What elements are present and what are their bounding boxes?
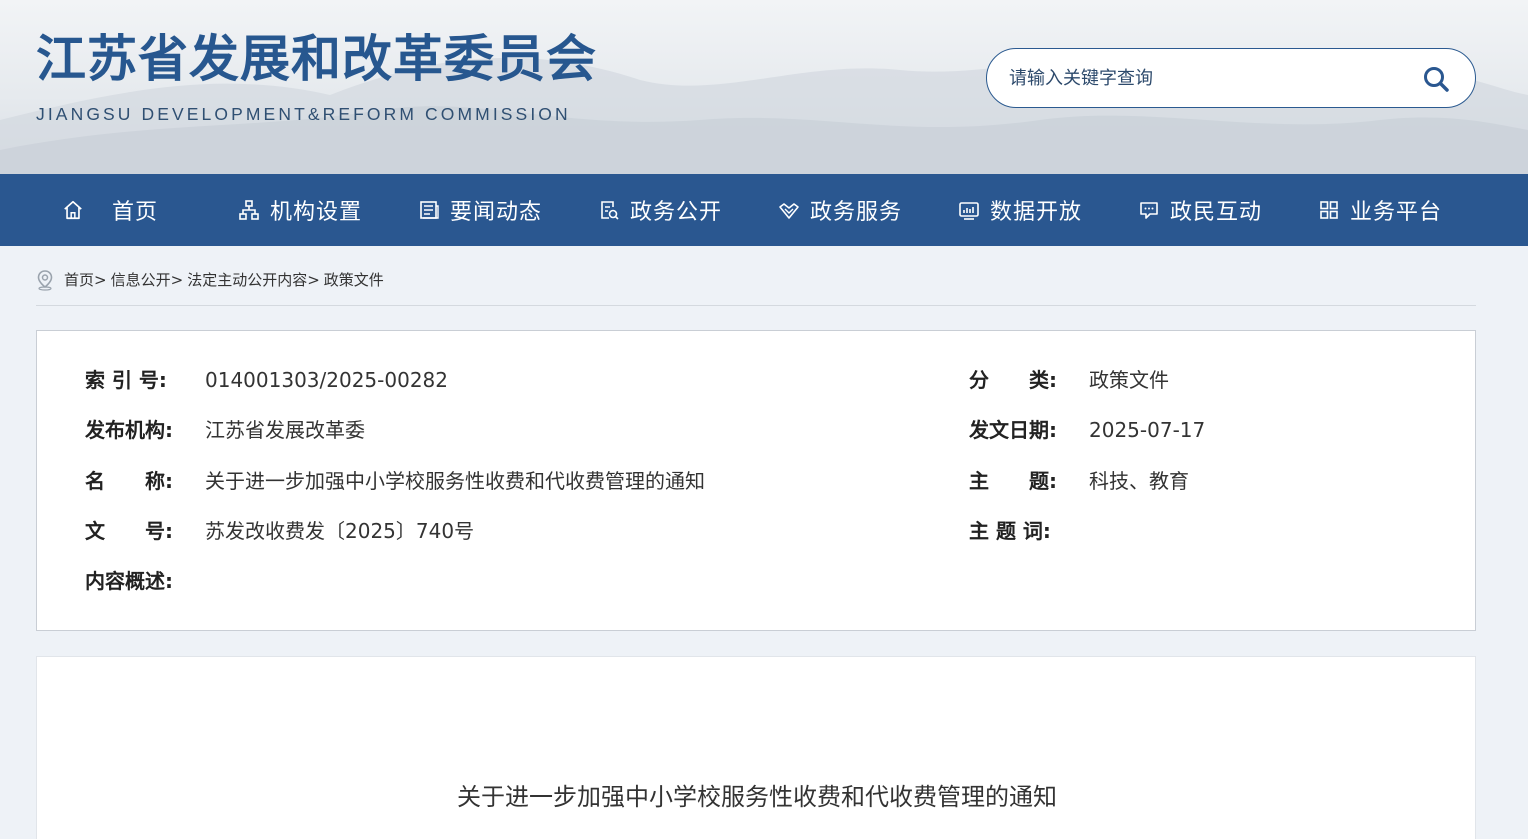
nav-label: 政务服务 bbox=[810, 200, 903, 225]
nav-item-interaction[interactable]: 政民互动 bbox=[1138, 174, 1262, 246]
nav-item-open-data[interactable]: 数据开放 bbox=[958, 174, 1082, 246]
keywords-label: 主 题 词: bbox=[969, 519, 1051, 543]
search-box bbox=[986, 48, 1476, 108]
location-pin-icon bbox=[37, 270, 53, 291]
chat-bubble-icon bbox=[1138, 199, 1160, 221]
nav-label: 政务公开 bbox=[630, 200, 723, 225]
nav-item-news[interactable]: 要闻动态 bbox=[418, 174, 542, 246]
article-title: 关于进一步加强中小学校服务性收费和代收费管理的通知 bbox=[457, 783, 1057, 811]
doc-name-label: 名 称: bbox=[85, 469, 173, 493]
org-chart-icon bbox=[238, 199, 260, 221]
nav-item-business-platform[interactable]: 业务平台 bbox=[1318, 174, 1442, 246]
nav-item-home[interactable]: 首页 bbox=[62, 174, 158, 246]
nav-item-gov-services[interactable]: 政务服务 bbox=[778, 174, 902, 246]
nav-label: 首页 bbox=[112, 200, 159, 225]
search-button[interactable] bbox=[1419, 62, 1453, 96]
breadcrumb-item-policy-docs[interactable]: 政策文件 bbox=[324, 268, 384, 292]
main-nav: 首页 机构设置 要闻动态 政务公开 政务服务 数据开放 政民互动 业务平台 bbox=[0, 174, 1528, 246]
breadcrumb-separator: > bbox=[170, 271, 184, 289]
publisher-label: 发布机构: bbox=[85, 418, 173, 442]
nav-item-organization[interactable]: 机构设置 bbox=[238, 174, 362, 246]
nav-label: 业务平台 bbox=[1350, 200, 1443, 225]
index-number-value: 014001303/2025-00282 bbox=[205, 368, 448, 392]
home-icon bbox=[62, 199, 84, 221]
breadcrumb-separator: > bbox=[94, 271, 107, 289]
nav-label: 政民互动 bbox=[1170, 200, 1263, 225]
nav-label: 机构设置 bbox=[270, 200, 363, 225]
index-number-label: 索 引 号: bbox=[85, 368, 167, 392]
document-metadata-panel: 索 引 号: 014001303/2025-00282 分 类: 政策文件 发布… bbox=[36, 330, 1476, 631]
breadcrumb: 首页 > 信息公开 > 法定主动公开内容 > 政策文件 bbox=[36, 268, 1476, 306]
search-icon bbox=[1424, 67, 1449, 92]
search-input[interactable] bbox=[1009, 61, 1409, 95]
topic-value: 科技、教育 bbox=[1089, 469, 1189, 493]
issue-date-label: 发文日期: bbox=[969, 418, 1057, 442]
document-search-icon bbox=[598, 199, 620, 221]
breadcrumb-separator: > bbox=[307, 271, 320, 289]
data-monitor-icon bbox=[958, 199, 980, 221]
nav-label: 数据开放 bbox=[990, 200, 1083, 225]
category-label: 分 类: bbox=[969, 368, 1057, 392]
topic-label: 主 题: bbox=[969, 469, 1057, 493]
issue-date-value: 2025-07-17 bbox=[1089, 418, 1206, 442]
doc-number-label: 文 号: bbox=[85, 519, 173, 543]
article-content: 关于进一步加强中小学校服务性收费和代收费管理的通知 bbox=[36, 656, 1476, 839]
breadcrumb-item-info-disclosure[interactable]: 信息公开 bbox=[111, 268, 171, 292]
publisher-value: 江苏省发展改革委 bbox=[205, 418, 365, 442]
handshake-icon bbox=[778, 199, 800, 221]
doc-name-value: 关于进一步加强中小学校服务性收费和代收费管理的通知 bbox=[205, 469, 705, 493]
breadcrumb-item-statutory-content[interactable]: 法定主动公开内容 bbox=[187, 268, 307, 292]
category-value: 政策文件 bbox=[1089, 368, 1169, 392]
nav-item-gov-affairs-open[interactable]: 政务公开 bbox=[598, 174, 722, 246]
newspaper-icon bbox=[418, 199, 440, 221]
breadcrumb-item-home[interactable]: 首页 bbox=[64, 268, 94, 292]
site-header: 江苏省发展和改革委员会 JIANGSU DEVELOPMENT&REFORM C… bbox=[0, 0, 1528, 174]
site-title[interactable]: 江苏省发展和改革委员会 bbox=[36, 28, 597, 90]
doc-number-value: 苏发改收费发〔2025〕740号 bbox=[205, 519, 475, 543]
summary-label: 内容概述: bbox=[85, 569, 173, 593]
nav-label: 要闻动态 bbox=[450, 200, 543, 225]
grid-icon bbox=[1318, 199, 1340, 221]
site-subtitle: JIANGSU DEVELOPMENT&REFORM COMMISSION bbox=[36, 104, 571, 124]
